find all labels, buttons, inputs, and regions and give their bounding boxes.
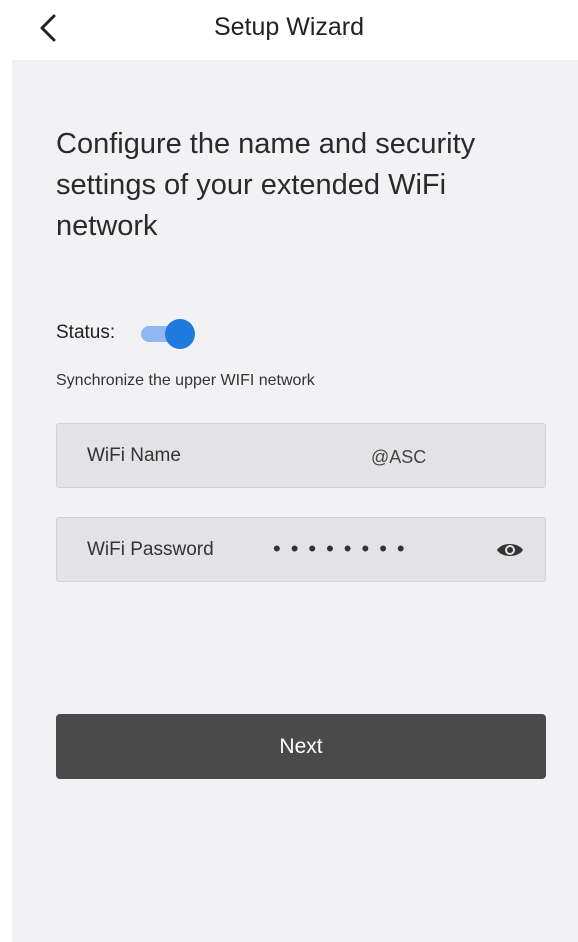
sync-description: Synchronize the upper WIFI network	[56, 372, 315, 389]
status-toggle[interactable]	[141, 318, 196, 349]
wifi-password-input[interactable]: ••••••••	[273, 536, 415, 562]
wifi-name-input[interactable]	[371, 447, 521, 468]
eye-icon	[497, 544, 523, 556]
content-panel: Configure the name and security settings…	[12, 60, 578, 942]
page-title: Setup Wizard	[213, 13, 365, 41]
next-button[interactable]: Next	[56, 714, 546, 779]
status-row: Status:	[56, 318, 196, 349]
status-label: Status:	[56, 322, 116, 343]
toggle-knob	[165, 319, 196, 349]
wifi-password-field[interactable]: WiFi Password ••••••••	[56, 517, 546, 582]
wifi-password-label: WiFi Password	[87, 539, 214, 560]
wifi-name-field[interactable]: WiFi Name	[56, 423, 546, 488]
header-bar: Setup Wizard	[0, 0, 578, 58]
wifi-name-label: WiFi Name	[87, 445, 181, 466]
password-visibility-button[interactable]	[495, 538, 525, 562]
main-heading: Configure the name and security settings…	[56, 128, 476, 242]
